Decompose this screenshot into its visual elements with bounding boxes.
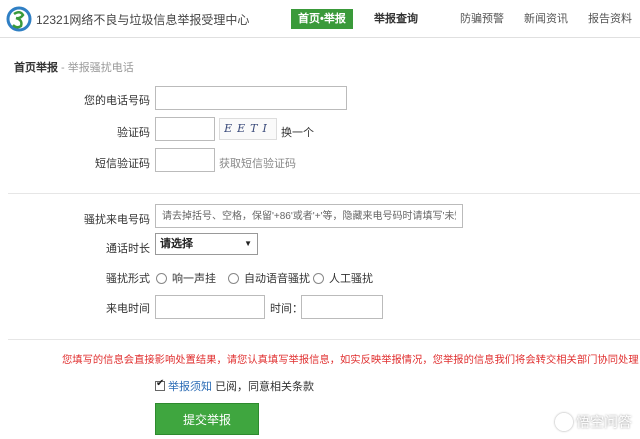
radio-label: 人工骚扰 [329,273,373,285]
nav-news[interactable]: 新闻资讯 [524,9,568,29]
section-divider [8,339,640,340]
phone-label: 您的电话号码 [84,95,150,107]
site-logo-icon[interactable] [6,4,32,34]
sms-label: 短信验证码 [95,158,150,170]
nav-reports[interactable]: 报告资料 [588,9,632,29]
site-title: 12321网络不良与垃圾信息举报受理中心 [36,13,250,27]
nav-home-report[interactable]: 首页•举报 [291,9,353,29]
check-icon: ✔ [156,378,165,389]
get-sms-code-link[interactable]: 获取短信验证码 [219,155,296,171]
caller-number-input[interactable] [155,204,463,228]
agreement-text: 已阅，同意相关条款 [215,381,315,393]
agreement-link[interactable]: 举报须知 [168,381,212,393]
duration-selected-value: 请选择 [160,238,193,250]
watermark: 悟空问答 [555,412,632,432]
captcha-label: 验证码 [117,127,150,139]
phone-input[interactable] [155,86,347,110]
time-input[interactable] [301,295,383,319]
captcha-image[interactable]: EETI [219,118,277,140]
nav-report-query[interactable]: 举报查询 [374,9,418,29]
type-label: 骚扰形式 [106,273,150,285]
submit-button[interactable]: 提交举报 [155,403,259,435]
nav-fraud-warning[interactable]: 防骗预警 [460,9,504,29]
type-radio-ring-once[interactable]: 响一声挂 [156,270,216,286]
type-radio-auto-voice[interactable]: 自动语音骚扰 [228,270,310,286]
captcha-refresh-link[interactable]: 换一个 [281,124,314,140]
duration-select[interactable]: 请选择 ▼ [155,233,258,255]
breadcrumb: 首页举报 - 举报骚扰电话 [14,59,134,75]
warning-notice: 您填写的信息会直接影响处置结果，请您认真填写举报信息，如实反映举报情况，您举报的… [62,355,639,366]
agreement-checkbox[interactable]: ✔ [155,378,165,391]
sms-code-input[interactable] [155,148,215,172]
radio-icon [313,273,324,284]
captcha-input[interactable] [155,117,215,141]
agreement-row: ✔ 举报须知 已阅，同意相关条款 [155,378,314,394]
section-divider [8,193,640,194]
time-clock-label: 时间： [270,303,303,315]
radio-icon [228,273,239,284]
watermark-text: 悟空问答 [576,414,632,430]
breadcrumb-current: 举报骚扰电话 [67,62,134,74]
date-input[interactable] [155,295,265,319]
caller-label: 骚扰来电号码 [84,214,150,226]
duration-label: 通话时长 [106,243,150,255]
type-radio-manual[interactable]: 人工骚扰 [313,270,373,286]
breadcrumb-separator: - [58,62,68,74]
breadcrumb-home[interactable]: 首页举报 [14,62,58,74]
radio-label: 响一声挂 [172,273,216,285]
chevron-down-icon: ▼ [244,239,252,248]
watermark-logo-icon [555,413,573,431]
radio-icon [156,273,167,284]
radio-label: 自动语音骚扰 [244,273,310,285]
header: 12321网络不良与垃圾信息举报受理中心 首页•举报 举报查询 防骗预警 新闻资… [0,0,640,38]
time-label: 来电时间 [106,303,150,315]
